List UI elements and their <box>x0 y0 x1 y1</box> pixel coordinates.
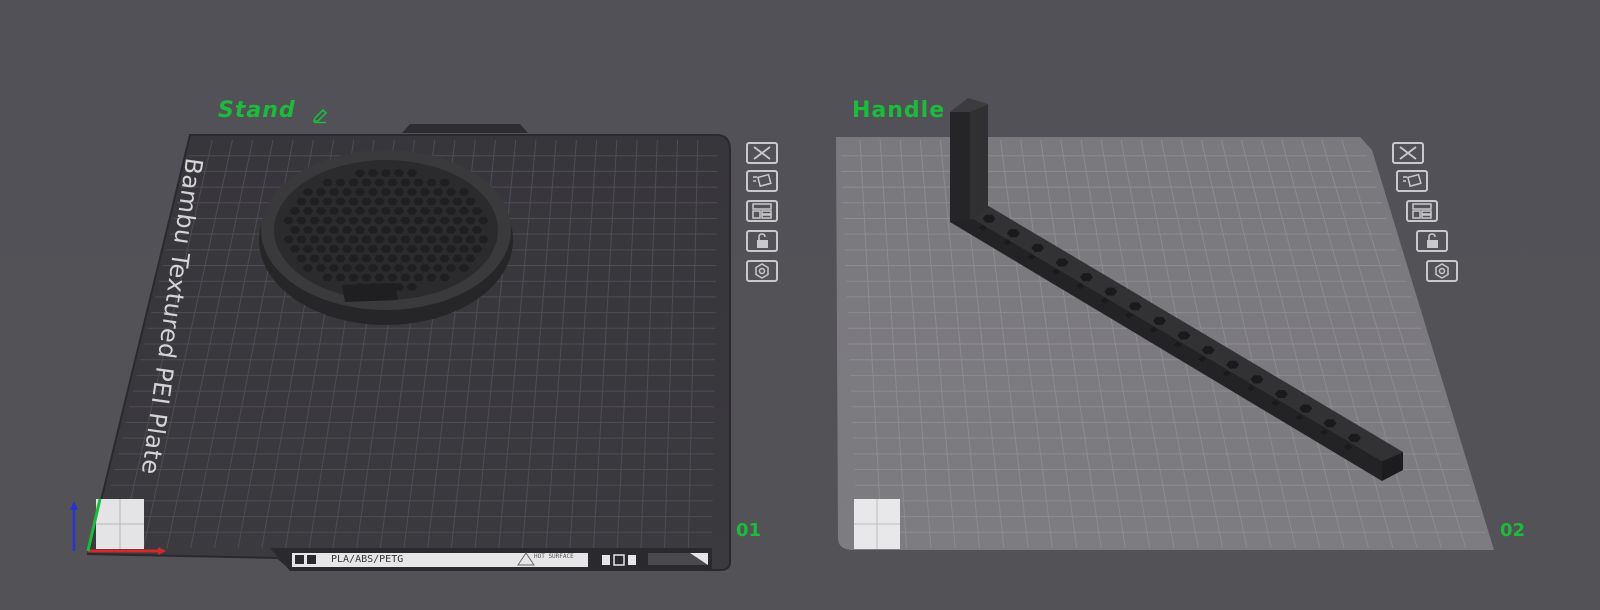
plate-2-auto-orient-button[interactable] <box>1396 170 1428 192</box>
lock-icon <box>757 233 768 248</box>
plate-1-material-label: PLA/ABS/PETG <box>331 554 404 565</box>
plate-2-number: 02 <box>1500 520 1526 541</box>
plate-1-number: 01 <box>736 520 762 541</box>
axis-z-arrow <box>70 501 78 510</box>
plate-1-auto-orient-button[interactable] <box>746 170 778 192</box>
plate-1-hot-surface-label: HOT SURFACE <box>534 553 574 560</box>
plate-1-arrange-button[interactable] <box>746 200 778 222</box>
plate-2-name[interactable]: Handle <box>852 98 945 123</box>
auto-orient-icon <box>1403 173 1422 188</box>
plate-2-close-button[interactable] <box>1392 142 1424 164</box>
plate-1-close-button[interactable] <box>746 142 778 164</box>
stand-model[interactable] <box>259 150 513 325</box>
close-icon <box>753 146 771 160</box>
plate-1-lock-button[interactable] <box>746 230 778 252</box>
handle-post-front <box>950 112 970 222</box>
plate-2-arrange-button[interactable] <box>1406 200 1438 222</box>
edit-pencil-icon[interactable] <box>312 108 328 124</box>
plate-2-settings-button[interactable] <box>1426 260 1458 282</box>
plate-1-name[interactable]: Stand <box>218 98 296 123</box>
arrange-icon <box>1412 203 1432 219</box>
arrange-icon <box>752 203 772 219</box>
plate-1-settings-button[interactable] <box>746 260 778 282</box>
plate-2-lock-button[interactable] <box>1416 230 1448 252</box>
settings-icon <box>755 263 769 279</box>
handle-post-side <box>970 104 988 220</box>
lock-icon <box>1427 233 1438 248</box>
close-icon <box>1399 146 1417 160</box>
stand-model-slot <box>342 283 398 302</box>
settings-icon <box>1435 263 1449 279</box>
auto-orient-icon <box>753 173 772 188</box>
plate-1-top-tab <box>402 124 528 133</box>
